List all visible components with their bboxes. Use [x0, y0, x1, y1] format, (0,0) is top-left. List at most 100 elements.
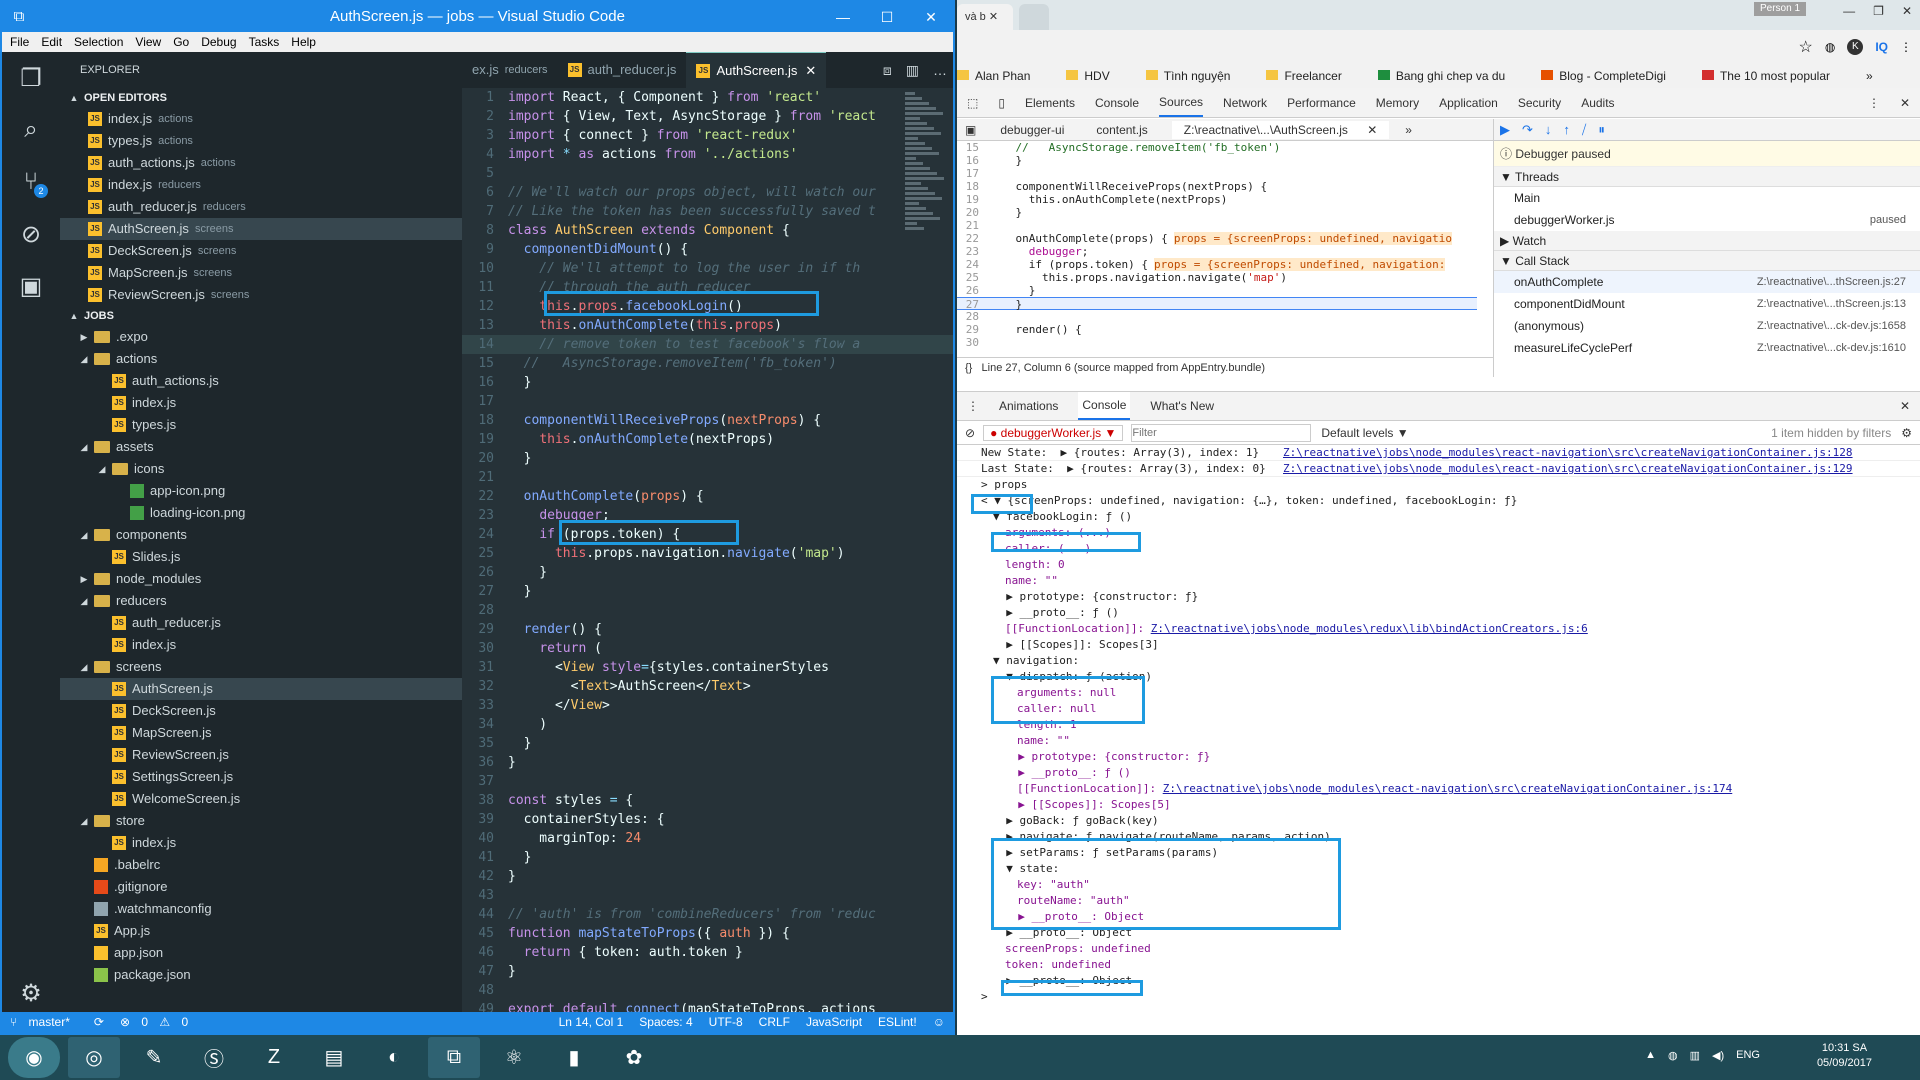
feedback-smiley-icon[interactable]: ☺	[933, 1012, 945, 1033]
menu-view[interactable]: View	[135, 32, 161, 52]
tree-file[interactable]: JS Slides.js	[60, 546, 462, 568]
devtools-tab-application[interactable]: Application	[1439, 96, 1498, 110]
sync-icon[interactable]: ⟳	[94, 1012, 104, 1033]
tree-file[interactable]: JS AuthScreen.js	[60, 678, 462, 700]
tree-folder[interactable]: ◢ screens	[60, 656, 462, 678]
devtools-tab-console[interactable]: Console	[1095, 96, 1139, 110]
profile-icon[interactable]: K	[1847, 39, 1864, 55]
more-bookmarks-icon[interactable]: »	[1866, 69, 1873, 83]
source-code-view[interactable]: 15 // AsyncStorage.removeItem('fb_token'…	[957, 141, 1477, 357]
device-toggle-icon[interactable]: ▯	[998, 96, 1005, 110]
devtools-tab-sources[interactable]: Sources	[1159, 89, 1204, 117]
tree-file[interactable]: JS ReviewScreen.js	[60, 744, 462, 766]
skype-taskbar-icon[interactable]: Ⓢ	[188, 1037, 240, 1078]
explorer-icon[interactable]: ❐	[2, 52, 60, 104]
start-button-icon[interactable]: ◉	[8, 1037, 60, 1078]
drawer-tab[interactable]: What's New	[1150, 399, 1214, 413]
callstack-frame[interactable]: (anonymous) Z:\reactnative\...ck-dev.js:1…	[1494, 315, 1920, 337]
tree-folder[interactable]: ▶ .expo	[60, 326, 462, 348]
tray-arrow-icon[interactable]: ▲	[1645, 1049, 1656, 1062]
menu-help[interactable]: Help	[291, 32, 316, 52]
new-tab-button[interactable]	[1019, 4, 1049, 30]
menu-debug[interactable]: Debug	[201, 32, 236, 52]
tree-file[interactable]: .babelrc	[60, 854, 462, 876]
tree-folder[interactable]: ◢ actions	[60, 348, 462, 370]
open-editor-item[interactable]: JS ReviewScreen.js screens	[60, 284, 462, 306]
drawer-tab[interactable]: Animations	[999, 399, 1058, 413]
extension-icon[interactable]: ◍	[1825, 40, 1835, 54]
devtools-tab-security[interactable]: Security	[1518, 96, 1561, 110]
devtools-tab-memory[interactable]: Memory	[1376, 96, 1419, 110]
menu-file[interactable]: File	[10, 32, 29, 52]
drawer-tab[interactable]: Console	[1078, 392, 1131, 420]
drawer-menu-icon[interactable]: ⋮	[967, 399, 979, 413]
threads-header[interactable]: ▼ Threads	[1494, 167, 1920, 187]
atom-taskbar-icon[interactable]: ⚛	[488, 1037, 540, 1078]
tree-file[interactable]: JS SettingsScreen.js	[60, 766, 462, 788]
source-control-icon[interactable]: ⑂ 2	[2, 156, 60, 208]
devtools-tab-audits[interactable]: Audits	[1581, 96, 1614, 110]
tree-file[interactable]: package.json	[60, 964, 462, 986]
search-icon[interactable]: ⌕	[2, 104, 60, 156]
explorer-taskbar-icon[interactable]: ▤	[308, 1037, 360, 1078]
person-button[interactable]: Person 1	[1754, 2, 1807, 16]
open-editor-item[interactable]: JS auth_reducer.js reducers	[60, 196, 462, 218]
network-icon[interactable]: ▥	[1690, 1049, 1700, 1062]
tree-file[interactable]: JS auth_actions.js	[60, 370, 462, 392]
clear-console-icon[interactable]: ⊘	[965, 426, 975, 440]
minimize-button[interactable]: —	[821, 2, 865, 32]
tree-file[interactable]: JS index.js	[60, 832, 462, 854]
browser-tab[interactable]: và b ✕	[957, 4, 1013, 30]
bookmark-item[interactable]: Bang ghi chep va du	[1377, 69, 1523, 83]
maximize-button[interactable]: ☐	[865, 2, 909, 32]
tree-file[interactable]: JS index.js	[60, 392, 462, 414]
source-link[interactable]: Z:\reactnative\jobs\node_modules\react-n…	[1163, 782, 1733, 795]
open-editor-item[interactable]: JS MapScreen.js screens	[60, 262, 462, 284]
volume-icon[interactable]: ◀)	[1712, 1049, 1724, 1062]
thread-item[interactable]: debuggerWorker.js paused	[1494, 209, 1920, 231]
cursor-position[interactable]: Ln 14, Col 1	[559, 1012, 624, 1033]
tree-folder[interactable]: ◢ reducers	[60, 590, 462, 612]
tree-file[interactable]: JS index.js	[60, 634, 462, 656]
bookmark-item[interactable]: HDV	[1066, 69, 1127, 83]
minimize-button[interactable]: —	[1843, 4, 1855, 18]
minimap[interactable]	[905, 90, 949, 270]
step-out-icon[interactable]: ↑	[1563, 122, 1570, 137]
open-editor-item[interactable]: JS AuthScreen.js screens	[60, 218, 462, 240]
bookmark-item[interactable]: Blog - CompleteDigi	[1541, 69, 1684, 83]
tree-folder[interactable]: ▶ node_modules	[60, 568, 462, 590]
open-editors-header[interactable]: ▲ OPEN EDITORS	[60, 88, 462, 108]
tab-close-icon[interactable]: ✕	[805, 53, 816, 89]
console-settings-icon[interactable]: ⚙	[1901, 426, 1912, 440]
zalo-taskbar-icon[interactable]: Z	[248, 1037, 300, 1078]
editor-tab[interactable]: ex.js reducers	[462, 52, 558, 88]
menu-go[interactable]: Go	[173, 32, 189, 52]
tree-file[interactable]: .watchmanconfig	[60, 898, 462, 920]
indent-status[interactable]: Spaces: 4	[639, 1012, 692, 1033]
open-editor-item[interactable]: JS index.js actions	[60, 108, 462, 130]
source-tab[interactable]: Z:\reactnative\...\AuthScreen.js ✕	[1171, 120, 1390, 139]
callstack-frame[interactable]: onAuthComplete Z:\reactnative\...thScreen…	[1494, 271, 1920, 293]
navigator-toggle-icon[interactable]: ▣	[965, 123, 976, 137]
devtools-tab-elements[interactable]: Elements	[1025, 96, 1075, 110]
split-editor-icon[interactable]: ▥	[906, 52, 919, 88]
devtools-tab-performance[interactable]: Performance	[1287, 96, 1356, 110]
more-tabs-icon[interactable]: »	[1405, 123, 1412, 137]
log-levels-dropdown[interactable]: Default levels ▼	[1321, 426, 1408, 440]
devtools-close-icon[interactable]: ✕	[1900, 96, 1910, 110]
menu-selection[interactable]: Selection	[74, 32, 123, 52]
drawer-close-icon[interactable]: ✕	[1900, 399, 1910, 413]
watch-header[interactable]: ▶ Watch	[1494, 231, 1920, 251]
thread-item[interactable]: Main	[1494, 187, 1920, 209]
pause-exceptions-icon[interactable]: ⏸	[1598, 122, 1605, 138]
firefox-taskbar-icon[interactable]: ◐	[368, 1037, 420, 1078]
chrome-menu-icon[interactable]: ⋮	[1900, 40, 1912, 54]
source-link[interactable]: Z:\reactnative\jobs\node_modules\redux\l…	[1151, 622, 1588, 635]
devtools-menu-icon[interactable]: ⋮	[1868, 96, 1880, 110]
debug-icon[interactable]: ⊘	[2, 208, 60, 260]
tree-folder[interactable]: ◢ components	[60, 524, 462, 546]
tree-file[interactable]: app.json	[60, 942, 462, 964]
callstack-frame[interactable]: componentDidMount Z:\reactnative\...thScr…	[1494, 293, 1920, 315]
source-tab[interactable]: content.js	[1088, 123, 1155, 137]
language-status[interactable]: JavaScript	[806, 1012, 862, 1033]
